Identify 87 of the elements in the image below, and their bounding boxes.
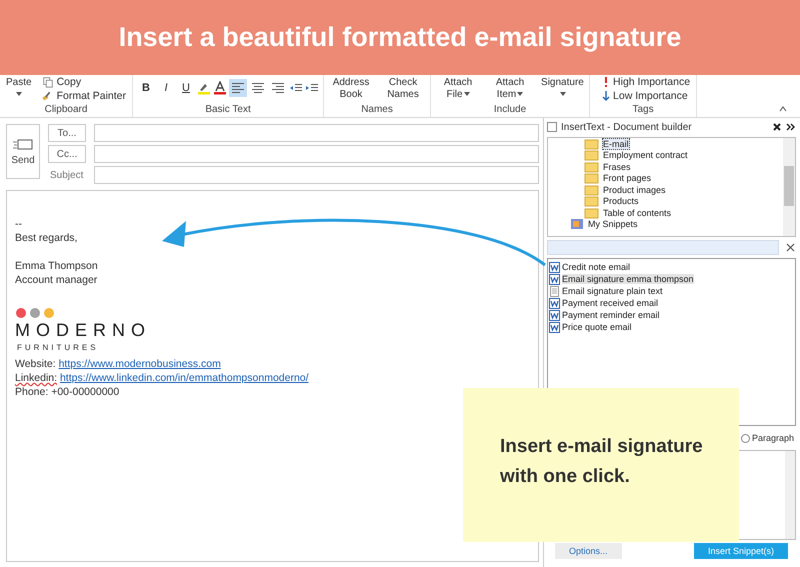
tree-item[interactable]: Products (570, 196, 783, 207)
low-importance-button[interactable]: Low Importance (600, 89, 692, 103)
snippet-item[interactable]: Email signature emma thompson (549, 273, 794, 285)
word-doc-icon (549, 298, 560, 308)
align-center-icon (251, 81, 266, 95)
high-importance-button[interactable]: High Importance (600, 75, 692, 89)
word-doc-icon (549, 262, 560, 272)
link[interactable]: https://www.modernobusiness.com (58, 358, 221, 370)
tree-item[interactable]: Product images (570, 184, 783, 196)
logo-name: MODERNO (15, 319, 152, 341)
tree-item[interactable]: My Snippets (570, 218, 783, 230)
caret-icon (16, 92, 22, 96)
text-doc-icon (549, 286, 560, 296)
clear-icon (785, 242, 796, 253)
radio-option[interactable]: Paragraph (740, 433, 794, 443)
paste-button[interactable]: Paste (4, 75, 34, 101)
field-label: Website: (15, 358, 56, 370)
panel-title: InsertText - Document builder (561, 122, 693, 132)
logo-tagline: FURNITURES (16, 342, 100, 354)
folder-icon (584, 149, 599, 162)
signature-line: Emma Thompson (15, 259, 99, 273)
send-button[interactable]: Send (6, 124, 40, 179)
folder-icon (584, 195, 599, 208)
snippets-icon (570, 218, 584, 230)
group-label: Clipboard (44, 104, 88, 117)
cc-field[interactable] (94, 145, 539, 163)
ribbon-button[interactable]: Address Book (328, 75, 374, 101)
close-icon (772, 122, 782, 132)
banner-title: Insert a beautiful formatted e-mail signature (118, 22, 682, 53)
expand-icon (786, 122, 796, 132)
font-color-icon (213, 81, 228, 95)
envelope-icon (13, 138, 33, 150)
bold-button[interactable]: B (137, 79, 156, 97)
copy-button[interactable]: Copy (40, 75, 128, 89)
signature-line: -- (15, 217, 23, 231)
snippet-item[interactable]: Price quote email (549, 321, 794, 333)
format-painter-button[interactable]: Format Painter (40, 89, 128, 103)
app-icon (547, 122, 557, 132)
signature-line: Account manager (15, 273, 98, 287)
ribbon-button[interactable]: Attach Item (487, 75, 534, 101)
italic-button[interactable]: I (157, 79, 176, 97)
align-left-icon (231, 81, 246, 95)
caret-icon (464, 92, 470, 96)
tree-item[interactable]: Table of contents (570, 207, 783, 218)
tree-item[interactable]: Employment contract (570, 150, 783, 161)
group-label: Include (492, 104, 528, 117)
snippet-item[interactable]: Email signature plain text (549, 285, 794, 297)
link[interactable]: https://www.linkedin.com/in/emmathompsonmoderno/ (60, 372, 309, 384)
group-label: Tags (631, 104, 655, 117)
dots-icon (15, 307, 55, 319)
align-button[interactable] (229, 79, 248, 97)
to-button[interactable]: To... (48, 124, 86, 142)
snippet-item[interactable]: Payment received email (549, 297, 794, 309)
folder-icon (584, 138, 599, 150)
ribbon-button[interactable]: Signature (539, 75, 586, 101)
options-button[interactable]: Options... (555, 543, 622, 559)
caret-icon (517, 92, 524, 96)
field-label: Linkedin: (15, 372, 58, 384)
word-doc-icon (549, 274, 560, 284)
word-doc-icon (549, 310, 560, 320)
snippet-item[interactable]: Credit note email (549, 261, 794, 273)
search-field[interactable] (547, 240, 779, 255)
tree-item[interactable]: Front pages (570, 172, 783, 184)
subject-label: Subject (49, 170, 84, 180)
folder-icon (584, 160, 599, 173)
group-label: Basic Text (204, 104, 252, 117)
tree-item[interactable]: Frases (570, 161, 783, 172)
cc-button[interactable]: Cc... (48, 145, 86, 163)
group-label: Names (360, 104, 394, 117)
ribbon-button[interactable]: Check Names (380, 75, 426, 101)
tree-item[interactable]: E-mail (570, 138, 783, 150)
word-doc-icon (549, 322, 560, 332)
to-field[interactable] (94, 124, 539, 142)
caret-icon (560, 92, 566, 96)
signature-line: Best regards, (15, 231, 78, 245)
folder-icon (584, 184, 599, 196)
subject-field[interactable] (94, 166, 539, 184)
folder-icon (584, 172, 599, 184)
scrollbar[interactable] (783, 138, 795, 236)
ribbon-button[interactable]: Attach File (435, 75, 482, 101)
underline-button[interactable]: U (177, 79, 196, 97)
snippet-item[interactable]: Payment reminder email (549, 309, 794, 321)
signature-line: Phone: +00-00000000 (15, 385, 120, 399)
align-right-icon (271, 81, 286, 95)
down-arrow-icon (602, 90, 610, 102)
folder-icon (584, 206, 599, 219)
highlighter-icon (197, 81, 212, 95)
